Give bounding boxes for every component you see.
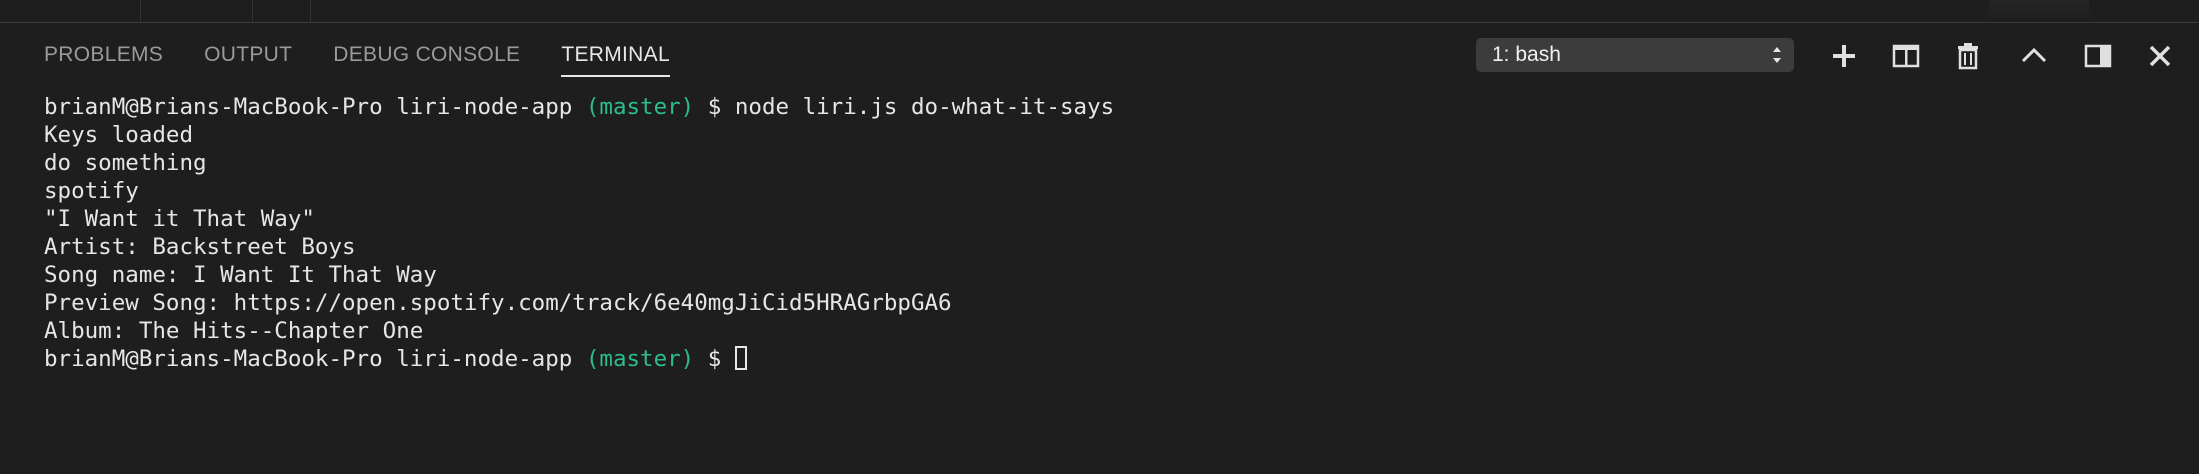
chevron-up-icon[interactable]	[2019, 41, 2049, 71]
terminal-command: node liri.js do-what-it-says	[734, 94, 1115, 120]
terminal-line: Song name: I Want It That Way	[44, 262, 437, 288]
split-icon[interactable]	[1891, 41, 1921, 71]
git-branch: (master)	[585, 346, 695, 372]
terminal-line: Album: The Hits--Chapter One	[44, 318, 424, 344]
editor-area-partial	[0, 0, 2199, 22]
terminal-line-prompt: brianM@Brians-MacBook-Pro liri-node-app …	[44, 94, 1114, 120]
terminal-line: Keys loaded	[44, 122, 194, 148]
panel-toolbar	[0, 41, 2199, 71]
terminal-line-prompt: brianM@Brians-MacBook-Pro liri-node-app …	[44, 346, 747, 372]
terminal-line: spotify	[44, 178, 139, 204]
terminal-line: "I Want it That Way"	[44, 206, 315, 232]
plus-icon[interactable]	[1829, 41, 1859, 71]
terminal-line: Preview Song: https://open.spotify.com/t…	[44, 290, 952, 316]
editor-gutter	[0, 0, 141, 22]
prompt-symbol: $	[694, 94, 735, 120]
terminal-cursor	[734, 346, 747, 370]
bottom-panel: PROBLEMS OUTPUT DEBUG CONSOLE TERMINAL 1…	[0, 22, 2199, 474]
terminal-output[interactable]: brianM@Brians-MacBook-Pro liri-node-app …	[44, 93, 1114, 373]
terminal-line: do something	[44, 150, 207, 176]
git-branch: (master)	[585, 94, 695, 120]
terminal-line: Artist: Backstreet Boys	[44, 234, 356, 260]
prompt-prefix: brianM@Brians-MacBook-Pro liri-node-app	[44, 94, 586, 120]
editor-guide	[310, 0, 311, 22]
prompt-symbol: $	[694, 346, 735, 372]
close-icon[interactable]	[2145, 41, 2175, 71]
maximize-icon[interactable]	[2083, 41, 2113, 71]
minimap[interactable]	[1989, 0, 2089, 22]
trash-icon[interactable]	[1953, 41, 1983, 71]
prompt-prefix: brianM@Brians-MacBook-Pro liri-node-app	[44, 346, 586, 372]
editor-guide	[252, 0, 253, 22]
